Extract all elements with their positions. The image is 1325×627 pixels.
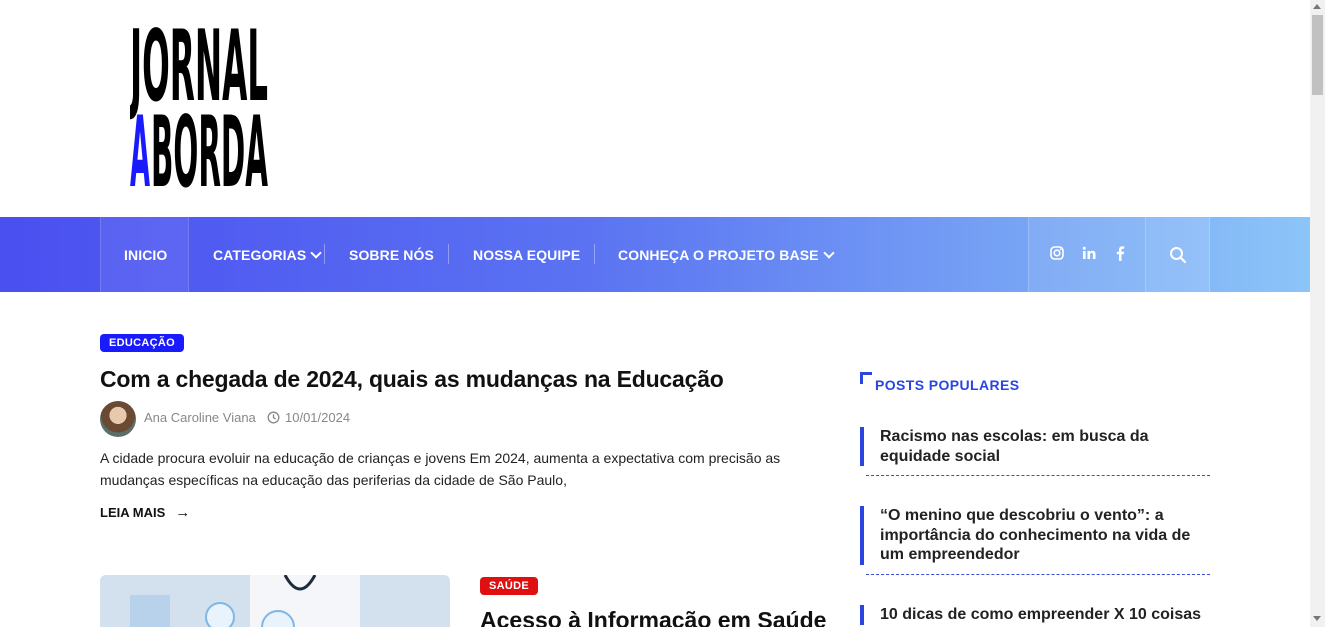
site-logo[interactable]: JORNAL A BORDA [128, 10, 270, 210]
nav-label: CONHEÇA O PROJETO BASE [618, 246, 819, 263]
clock-icon [267, 411, 280, 424]
dashed-divider [866, 574, 1210, 575]
category-badge[interactable]: EDUCAÇÃO [100, 334, 184, 352]
linkedin-icon[interactable] [1081, 245, 1097, 261]
author-avatar[interactable] [100, 401, 136, 437]
nav-label: CATEGORIAS [213, 246, 307, 263]
dashed-divider [866, 475, 1210, 476]
article-excerpt: A cidade procura evoluir na educação de … [100, 450, 781, 488]
chevron-down-icon [310, 246, 322, 259]
corner-accent [860, 372, 872, 384]
nav-label: NOSSA EQUIPE [473, 246, 581, 263]
scroll-down-arrow-icon[interactable] [1313, 616, 1321, 621]
post-date: 10/01/2024 [267, 410, 350, 425]
scrollbar-thumb[interactable] [1312, 15, 1323, 95]
logo-accent-letter: A [130, 96, 150, 188]
category-badge[interactable]: SAÚDE [480, 577, 539, 595]
nav-divider [594, 244, 595, 264]
nav-item-sobre-nos[interactable]: SOBRE NÓS [349, 217, 434, 292]
logo-graphic: JORNAL A BORDA [128, 10, 268, 210]
chevron-down-icon [822, 246, 835, 259]
nav-divider [448, 244, 449, 264]
article-title[interactable]: Acesso à Informação em Saúde [480, 607, 826, 627]
search-button[interactable] [1145, 217, 1210, 292]
scroll-up-arrow-icon[interactable] [1313, 4, 1321, 9]
nav-divider [324, 244, 325, 264]
post-date-text: 10/01/2024 [285, 410, 351, 425]
search-icon [1169, 246, 1186, 263]
nav-item-projeto-base[interactable]: CONHEÇA O PROJETO BASE [618, 217, 835, 292]
article-thumbnail[interactable] [100, 575, 450, 627]
facebook-icon[interactable] [1112, 245, 1128, 261]
author-name[interactable]: Ana Caroline Viana [144, 410, 256, 425]
popular-post-link[interactable]: 10 dicas de como empreender X 10 coisas [860, 605, 1210, 625]
nav-item-inicio[interactable]: INICIO [124, 217, 167, 292]
article-title[interactable]: Com a chegada de 2024, quais as mudanças… [100, 366, 724, 393]
thumbnail-image [100, 575, 450, 627]
widget-title: POSTS POPULARES [875, 377, 1020, 393]
nav-label: SOBRE NÓS [349, 246, 434, 263]
popular-post-link[interactable]: “O menino que descobriu o vento”: a impo… [860, 506, 1210, 565]
social-links [1028, 217, 1145, 292]
main-navigation: INICIO CATEGORIAS SOBRE NÓS NOSSA EQUIPE… [0, 217, 1310, 292]
popular-post-link[interactable]: Racismo nas escolas: em busca da equidad… [860, 427, 1210, 466]
nav-label: INICIO [124, 246, 168, 263]
read-more-label: LEIA MAIS [100, 505, 166, 520]
instagram-icon[interactable] [1049, 245, 1065, 261]
read-more-link[interactable]: LEIA MAIS → [100, 504, 190, 521]
arrow-right-icon: → [175, 504, 191, 521]
nav-item-categorias[interactable]: CATEGORIAS [213, 217, 322, 292]
page: JORNAL A BORDA INICIO CATEGORIAS SOBRE N… [0, 0, 1310, 627]
vertical-scrollbar[interactable] [1310, 0, 1325, 627]
logo-line2: BORDA [151, 96, 268, 188]
nav-item-nossa-equipe[interactable]: NOSSA EQUIPE [473, 217, 580, 292]
